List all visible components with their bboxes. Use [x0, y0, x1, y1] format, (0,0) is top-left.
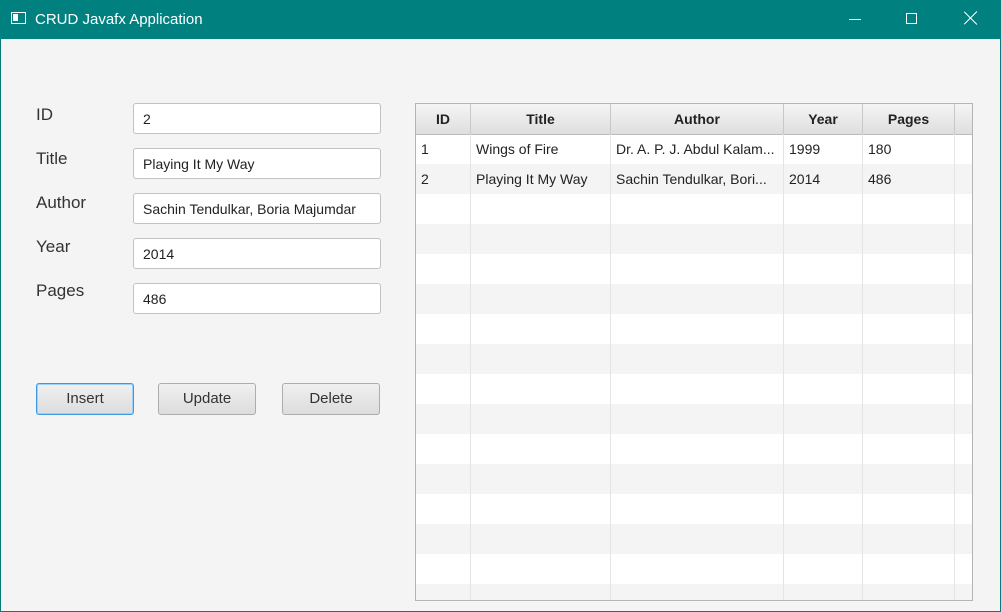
- column-header-pages[interactable]: Pages: [863, 104, 955, 134]
- pages-label: Pages: [36, 281, 85, 300]
- update-button[interactable]: Update: [158, 383, 256, 415]
- empty-row: [416, 554, 972, 584]
- column-divider: [470, 134, 471, 600]
- empty-row: [416, 524, 972, 554]
- cell-id: 2: [421, 171, 429, 187]
- title-field[interactable]: [133, 148, 381, 179]
- table-row[interactable]: 1 Wings of Fire Dr. A. P. J. Abdul Kalam…: [416, 134, 972, 164]
- minimize-button[interactable]: [826, 0, 884, 39]
- table-header: ID Title Author Year Pages: [416, 104, 972, 135]
- cell-title: Wings of Fire: [476, 141, 559, 157]
- close-icon: [964, 11, 978, 25]
- year-field[interactable]: [133, 238, 381, 269]
- year-label: Year: [36, 237, 71, 256]
- column-divider: [783, 134, 784, 600]
- empty-row: [416, 224, 972, 254]
- pages-field[interactable]: [133, 283, 381, 314]
- column-header-author[interactable]: Author: [611, 104, 784, 134]
- books-table[interactable]: ID Title Author Year Pages 1 Wings of Fi…: [415, 103, 973, 601]
- cell-year: 2014: [789, 171, 821, 187]
- cell-year: 1999: [789, 141, 821, 157]
- close-button[interactable]: [942, 0, 1000, 39]
- column-header-year[interactable]: Year: [784, 104, 863, 134]
- empty-row: [416, 314, 972, 344]
- maximize-icon: [906, 13, 917, 24]
- author-label: Author: [36, 193, 87, 212]
- empty-row: [416, 584, 972, 600]
- cell-id: 1: [421, 141, 429, 157]
- cell-author: Sachin Tendulkar, Bori...: [616, 171, 767, 187]
- empty-row: [416, 344, 972, 374]
- empty-row: [416, 194, 972, 224]
- window-title: CRUD Javafx Application: [35, 11, 203, 28]
- maximize-button[interactable]: [883, 0, 941, 39]
- delete-button[interactable]: Delete: [282, 383, 380, 415]
- column-divider: [610, 134, 611, 600]
- empty-row: [416, 464, 972, 494]
- column-divider: [862, 134, 863, 600]
- empty-row: [416, 404, 972, 434]
- empty-row: [416, 284, 972, 314]
- empty-row: [416, 494, 972, 524]
- cell-pages: 486: [868, 171, 892, 187]
- insert-button[interactable]: Insert: [36, 383, 134, 415]
- cell-title: Playing It My Way: [476, 171, 588, 187]
- author-field[interactable]: [133, 193, 381, 224]
- cell-author: Dr. A. P. J. Abdul Kalam...: [616, 141, 775, 157]
- empty-row: [416, 434, 972, 464]
- column-header-filler: [955, 104, 972, 134]
- id-label: ID: [36, 105, 53, 124]
- minimize-icon: [849, 19, 861, 20]
- table-row[interactable]: 2 Playing It My Way Sachin Tendulkar, Bo…: [416, 164, 972, 194]
- column-header-title[interactable]: Title: [471, 104, 611, 134]
- cell-pages: 180: [868, 141, 892, 157]
- title-label: Title: [36, 149, 68, 168]
- column-header-id[interactable]: ID: [416, 104, 471, 134]
- app-icon: [11, 12, 26, 24]
- id-field[interactable]: [133, 103, 381, 134]
- title-bar[interactable]: CRUD Javafx Application: [0, 0, 1001, 39]
- empty-row: [416, 374, 972, 404]
- column-divider: [954, 134, 955, 600]
- empty-row: [416, 254, 972, 284]
